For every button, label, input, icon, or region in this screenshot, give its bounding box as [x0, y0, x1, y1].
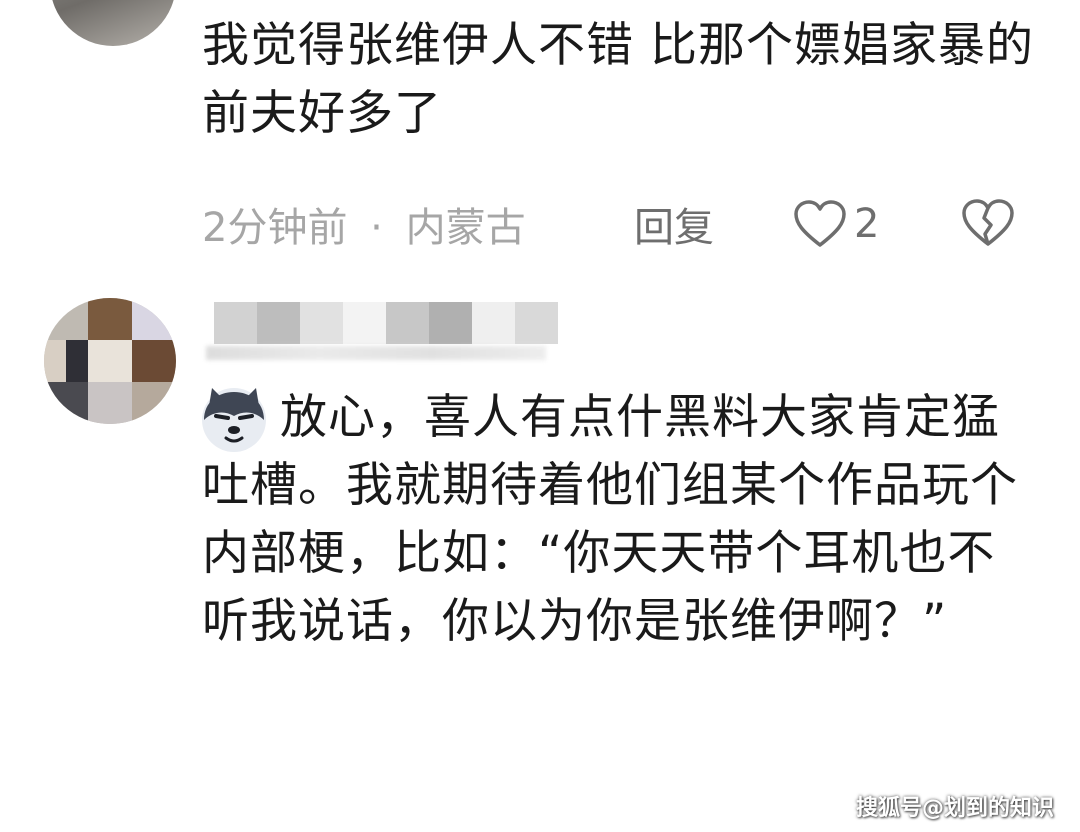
broken-heart-icon — [962, 199, 1014, 246]
quoted-text-blurred — [206, 346, 546, 360]
comment-meta: 2分钟前 · 内蒙古 回复 2 — [202, 195, 1014, 253]
timestamp: 2分钟前 — [202, 205, 348, 251]
comment-time: 2分钟前 · 内蒙古 — [202, 195, 526, 253]
avatar[interactable] — [50, 0, 176, 46]
meta-separator: · — [370, 205, 383, 251]
comment-text: 放心，喜人有点什黑料大家肯定猛吐槽。我就期待着他们组某个作品玩个内部梗，比如：“… — [202, 390, 1018, 649]
heart-outline-icon — [794, 200, 846, 247]
watermark: 搜狐号@划到的知识 — [855, 796, 1054, 821]
username-blurred[interactable] — [214, 302, 558, 344]
comment-text: 我觉得张维伊人不错 比那个嫖娼家暴的前夫好多了 — [202, 18, 1034, 141]
like-button[interactable]: 2 — [792, 199, 879, 249]
reply-button[interactable]: 回复 — [634, 195, 714, 253]
like-count: 2 — [854, 201, 880, 247]
avatar[interactable] — [44, 298, 176, 424]
location: 内蒙古 — [405, 205, 526, 251]
dislike-button[interactable] — [960, 198, 1016, 258]
